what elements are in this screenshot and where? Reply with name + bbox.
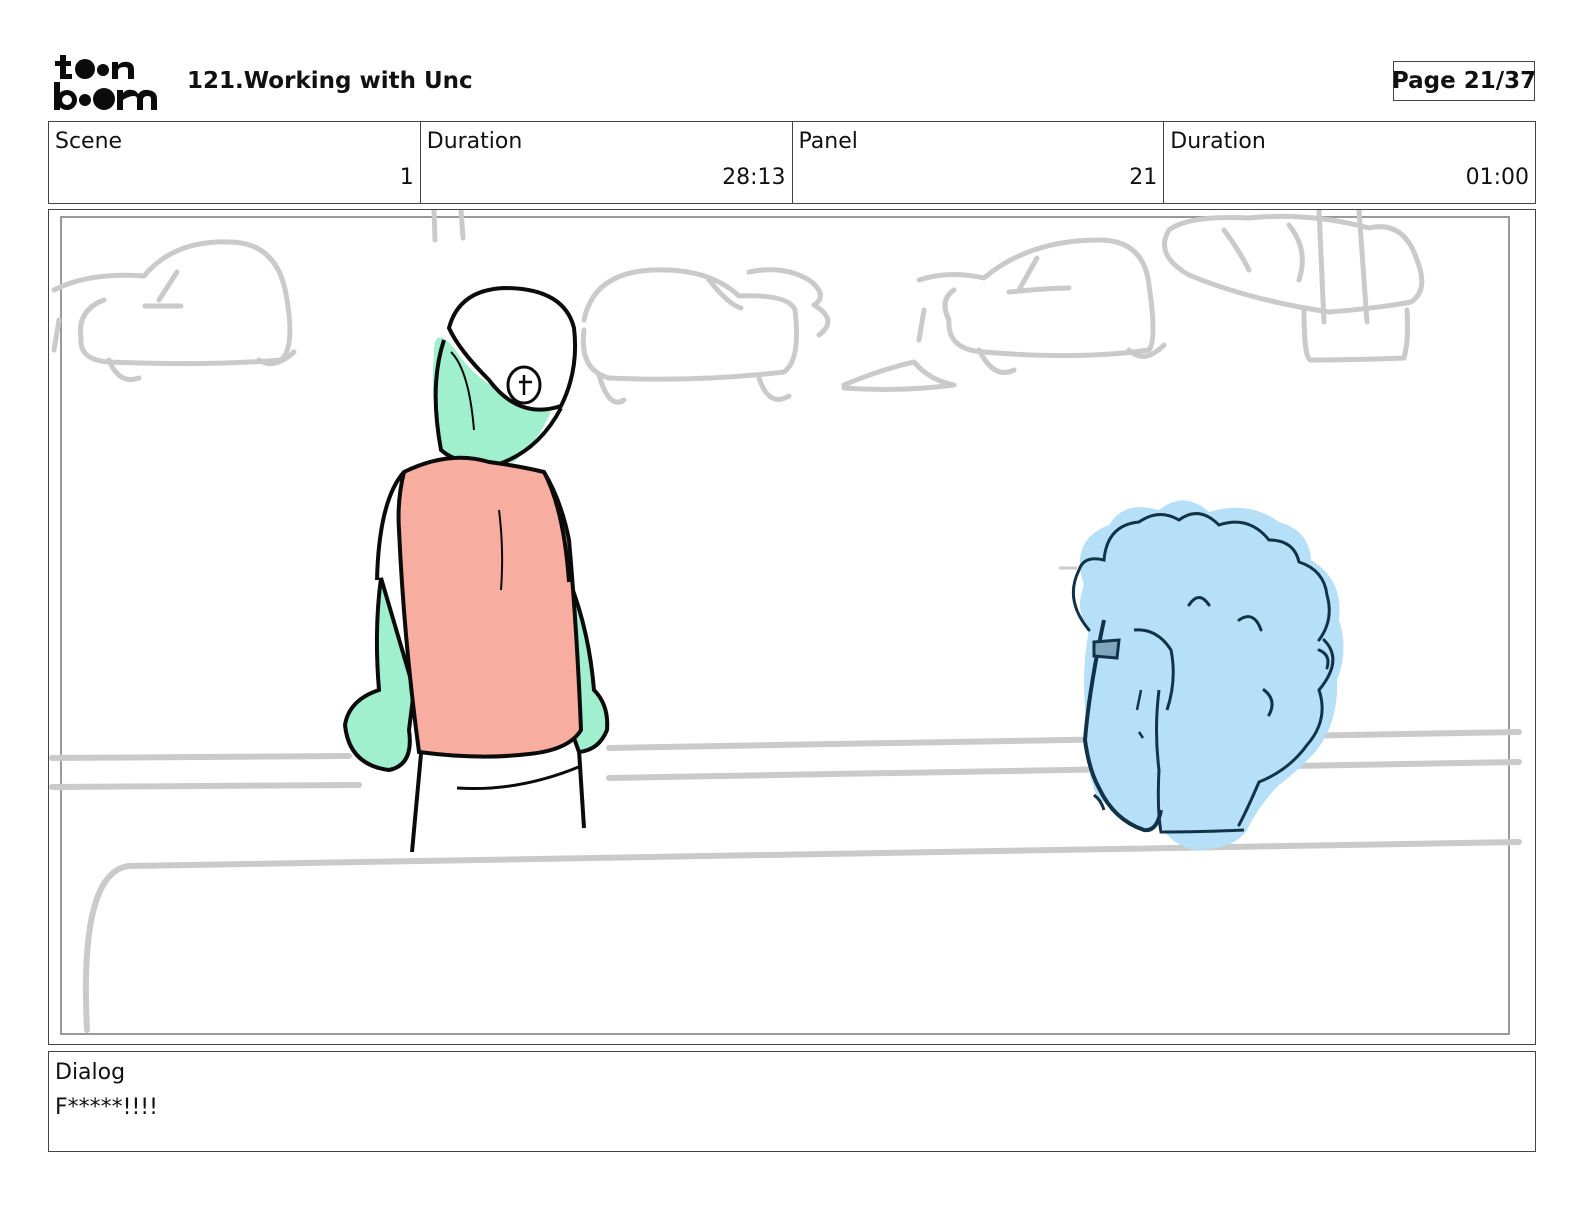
scene-duration-cell: Duration 28:13 [421, 122, 793, 203]
toon-boom-logo-mark [54, 55, 157, 110]
background-cars [51, 210, 1425, 405]
page-indicator: Page 21/37 [1392, 61, 1536, 101]
character-green [342, 285, 610, 853]
panel-value: 21 [1129, 165, 1158, 190]
panel-drawing [49, 210, 1522, 1035]
scene-duration-value: 28:13 [722, 165, 786, 190]
document-title: 121.Working with Unc [187, 68, 473, 94]
scene-info-table: Scene 1 Duration 28:13 Panel 21 Duration… [48, 121, 1536, 204]
toon-boom-logo [52, 52, 164, 112]
panel-label: Panel [798, 129, 858, 154]
panel-duration-value: 01:00 [1465, 165, 1529, 190]
panel-duration-cell: Duration 01:00 [1164, 122, 1535, 203]
scene-duration-label: Duration [426, 129, 523, 154]
scene-label: Scene [55, 129, 123, 154]
storyboard-panel [48, 209, 1536, 1045]
scene-value: 1 [399, 165, 414, 190]
rail-lines [49, 729, 1522, 1033]
dialog-label: Dialog [55, 1060, 126, 1085]
dialog-box: Dialog F*****!!!! [48, 1051, 1536, 1152]
panel-cell: Panel 21 [793, 122, 1165, 203]
panel-duration-label: Duration [1170, 129, 1266, 154]
scene-cell: Scene 1 [49, 122, 421, 203]
character-blue [1059, 500, 1344, 850]
dialog-text: F*****!!!! [55, 1095, 158, 1120]
